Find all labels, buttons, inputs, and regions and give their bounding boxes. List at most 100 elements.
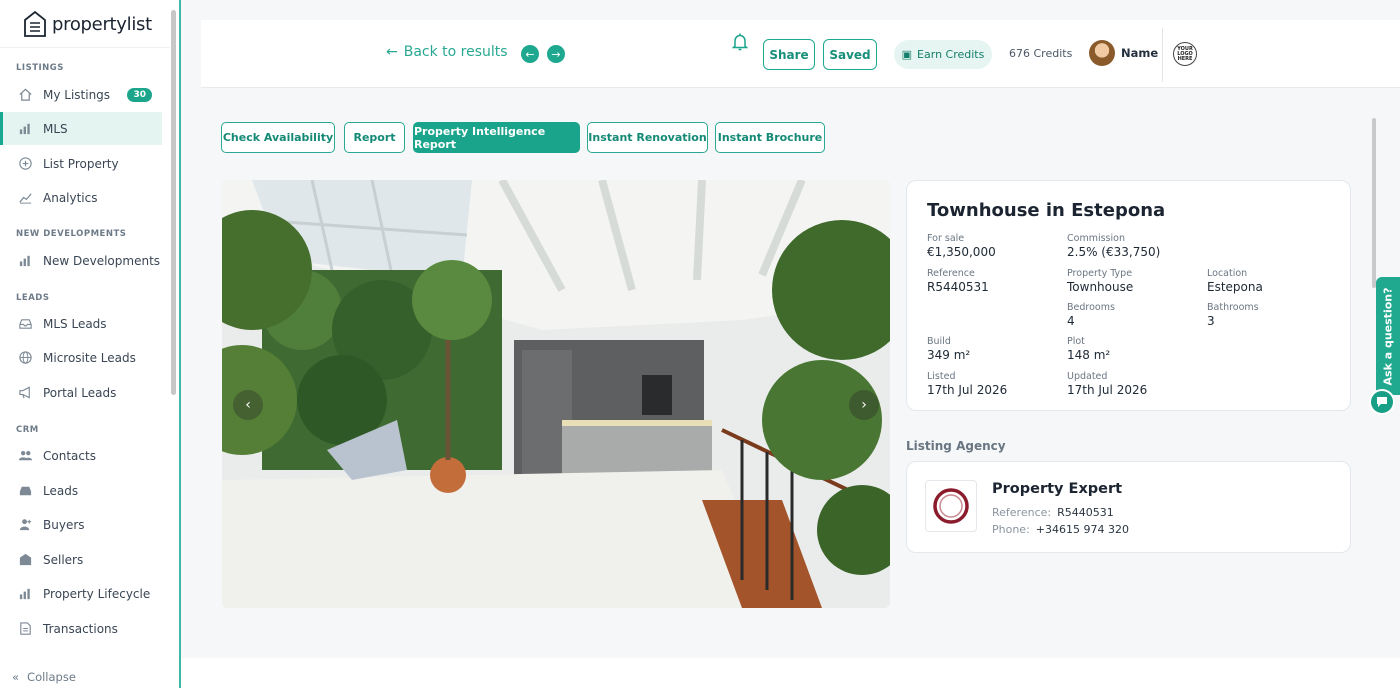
bathrooms-label: Bathrooms [1207,302,1259,313]
sidebar-item-mls[interactable]: MLS [0,112,162,145]
megaphone-icon [18,385,33,400]
property-type-field: Property Type Townhouse [1067,268,1133,294]
price-value: €1,350,000 [927,245,996,259]
commission-value: 2.5% (€33,750) [1067,245,1161,259]
sidebar-item-transactions[interactable]: Transactions [0,612,162,645]
location-field: Location Estepona [1207,268,1263,294]
sidebar-item-portal-leads[interactable]: Portal Leads [0,376,162,409]
collapse-label: Collapse [27,670,76,684]
collapse-button[interactable]: « Collapse [0,666,179,688]
users-icon [18,448,33,463]
chat-bubble-icon[interactable] [1369,389,1395,415]
ask-a-question-tab[interactable]: Ask a question? [1376,277,1400,395]
sidebar-item-new-developments[interactable]: New Developments [0,244,162,277]
agency-card: Property Expert Reference: R5440531 Phone… [906,461,1351,553]
bathrooms-field: Bathrooms 3 [1207,302,1259,328]
sidebar-item-label: Sellers [43,552,84,567]
sidebar-item-buyers[interactable]: Buyers [0,508,162,541]
main-scrollbar[interactable] [1372,118,1376,288]
back-label: Back to results [403,44,508,60]
saved-button[interactable]: Saved [823,39,877,70]
user-name[interactable]: Name [1121,46,1158,60]
sidebar-item-label: Portal Leads [43,385,117,400]
bedrooms-label: Bedrooms [1067,302,1115,313]
sidebar-item-label: Leads [43,483,79,498]
previous-listing-button[interactable]: ← [521,45,539,63]
agency-name[interactable]: Property Expert [992,481,1122,497]
instant-brochure-button[interactable]: Instant Brochure [715,122,825,153]
building-icon [18,552,33,567]
top-bar: ← Back to results ← → Share Saved ▣ Earn… [201,20,1400,88]
plot-value: 148 m² [1067,348,1111,362]
sidebar-item-contacts[interactable]: Contacts [0,439,162,472]
arrow-right-icon: → [551,47,561,61]
agency-reference-value: R5440531 [1057,506,1114,519]
bell-icon[interactable] [731,32,749,52]
sidebar-item-label: Transactions [43,621,118,636]
divider [0,47,170,48]
report-button[interactable]: Report [344,122,405,153]
sidebar-item-label: Property Lifecycle [43,586,151,601]
sidebar-item-mls-leads[interactable]: MLS Leads [0,307,162,340]
sidebar-item-list-property[interactable]: List Property [0,147,162,180]
commission-field: Commission 2.5% (€33,750) [1067,233,1160,259]
listed-label: Listed [927,371,956,382]
avatar[interactable] [1089,40,1115,66]
sidebar-item-sellers[interactable]: Sellers [0,543,162,576]
instant-renovation-button[interactable]: Instant Renovation [587,122,708,153]
agency-ring-icon [933,488,969,524]
sidebar-item-label: List Property [43,156,119,171]
bar-chart-icon [18,121,33,136]
agency-reference-label: Reference: [992,506,1052,519]
agency-phone-label: Phone: [992,523,1030,536]
sidebar-item-property-lifecycle[interactable]: Property Lifecycle [0,577,162,610]
section-label-listings: LISTINGS [16,63,64,73]
previous-photo-button[interactable]: ‹ [233,390,263,420]
inbox-icon [18,316,33,331]
sidebar-item-leads[interactable]: Leads [0,474,162,507]
main-content: ← Back to results ← → Share Saved ▣ Earn… [181,0,1400,688]
sidebar-scrollbar[interactable] [171,10,176,395]
sidebar-item-microsite-leads[interactable]: Microsite Leads [0,341,162,374]
for-sale-label: For sale [927,233,965,244]
company-logo-badge[interactable]: YOUR LOGO HERE [1173,42,1197,66]
property-type-label: Property Type [1067,268,1133,279]
section-label-new-developments: NEW DEVELOPMENTS [16,229,127,239]
property-photo[interactable] [222,180,890,608]
logo-text: propertylist [52,13,152,35]
reference-field: Reference R5440531 [927,268,989,294]
sidebar-item-label: MLS Leads [43,316,107,331]
property-details-card: Townhouse in Estepona For sale €1,350,00… [906,180,1351,411]
check-availability-button[interactable]: Check Availability [221,122,335,153]
home-icon [18,87,33,102]
plot-field: Plot 148 m² [1067,336,1110,362]
plus-circle-icon [18,156,33,171]
agency-phone-value[interactable]: +34615 974 320 [1036,523,1129,536]
ask-a-question-label: Ask a question? [1381,287,1395,385]
chevron-left-icon: ‹ [245,397,251,413]
property-intelligence-report-button[interactable]: Property Intelligence Report [413,122,580,153]
build-value: 349 m² [927,348,971,362]
chevron-right-icon: › [861,397,867,413]
plot-label: Plot [1067,336,1085,347]
arrow-left-icon: ← [386,44,398,60]
listed-field: Listed 17th Jul 2026 [927,371,1007,397]
listed-value: 17th Jul 2026 [927,383,1008,397]
bedrooms-field: Bedrooms 4 [1067,302,1115,328]
sidebar: propertylist LISTINGS My Listings 30 MLS… [0,0,181,688]
share-button[interactable]: Share [763,39,815,70]
document-icon [18,621,33,636]
earn-credits-button[interactable]: ▣ Earn Credits [894,40,992,69]
bedrooms-value: 4 [1067,314,1075,328]
listing-agency-heading: Listing Agency [906,439,1006,453]
agency-reference: Reference: R5440531 [992,506,1114,519]
next-listing-button[interactable]: → [547,45,565,63]
sidebar-item-my-listings[interactable]: My Listings 30 [0,78,162,111]
app-logo[interactable]: propertylist [22,8,152,40]
back-to-results-link[interactable]: ← Back to results [386,44,508,60]
next-photo-button[interactable]: › [849,390,879,420]
listings-count-badge: 30 [127,87,152,102]
sidebar-item-analytics[interactable]: Analytics [0,181,162,214]
agency-phone: Phone: +34615 974 320 [992,523,1129,536]
sidebar-item-label: Analytics [43,190,98,205]
